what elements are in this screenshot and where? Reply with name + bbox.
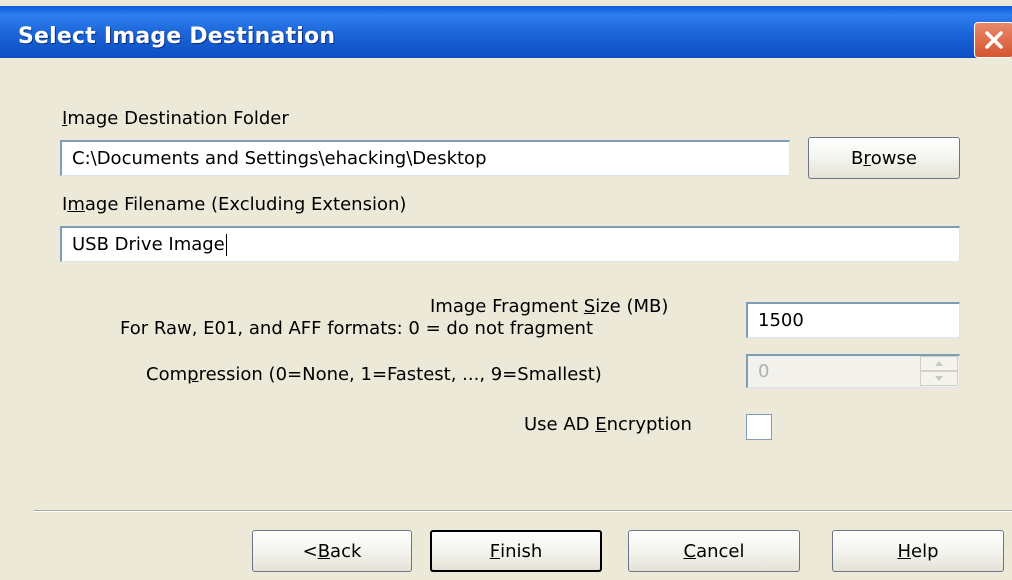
fragment-size-label: Image Fragment Size (MB) [430, 296, 669, 317]
fragment-note: For Raw, E01, and AFF formats: 0 = do no… [120, 318, 594, 339]
browse-button[interactable]: Br owse [808, 137, 960, 179]
dialog-window: Select Image Destination Image Destinati… [0, 0, 1012, 580]
close-button[interactable] [974, 22, 1012, 58]
destination-folder-label: Image Destination Folder [62, 108, 289, 129]
destination-folder-input[interactable]: C:\Documents and Settings\ehacking\Deskt… [60, 140, 790, 176]
encryption-checkbox[interactable] [746, 414, 772, 440]
cancel-button[interactable]: Cancel [628, 530, 800, 572]
compression-spinner[interactable] [920, 356, 958, 386]
filename-input[interactable]: USB Drive Image [60, 226, 960, 262]
fragment-size-input[interactable]: 1500 [746, 302, 960, 338]
help-button[interactable]: Help [832, 530, 1004, 572]
compression-label: Compression (0=None, 1=Fastest, ..., 9=S… [146, 364, 602, 385]
dialog-title: Select Image Destination [18, 24, 336, 49]
close-icon [985, 31, 1003, 49]
title-bar[interactable]: Select Image Destination [0, 6, 1012, 58]
divider [34, 510, 1012, 512]
spin-down-icon[interactable] [920, 371, 958, 386]
filename-label: Image Filename (Excluding Extension) [62, 194, 407, 215]
finish-button[interactable]: Finish [430, 530, 602, 572]
text-cursor [225, 233, 227, 256]
encryption-label: Use AD Encryption [524, 414, 692, 435]
spin-up-icon[interactable] [920, 356, 958, 371]
back-button[interactable]: < Back [252, 530, 412, 572]
